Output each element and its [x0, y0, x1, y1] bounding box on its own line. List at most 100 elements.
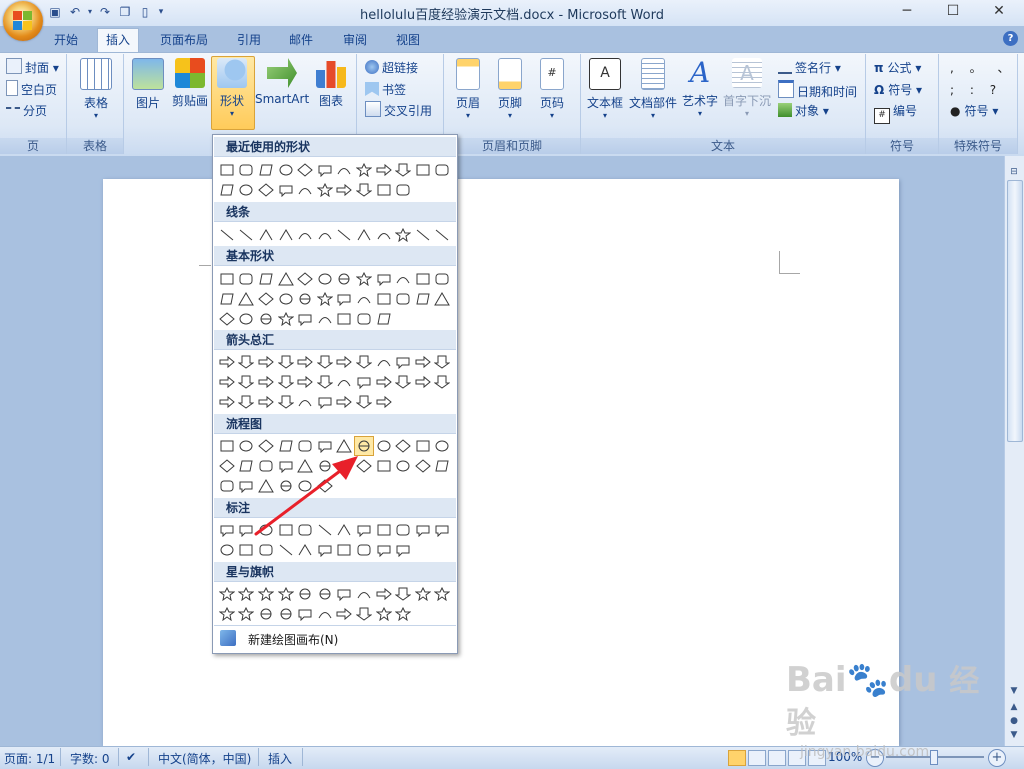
- object-button[interactable]: 对象 ▾: [778, 101, 829, 121]
- redo-icon[interactable]: ↷: [96, 3, 114, 21]
- smartart-button[interactable]: SmartArt: [255, 58, 309, 106]
- shape-option[interactable]: [256, 540, 276, 560]
- shape-option[interactable]: [335, 604, 355, 624]
- web-layout-view-icon[interactable]: [768, 750, 786, 766]
- shape-option[interactable]: [315, 289, 335, 309]
- shape-option[interactable]: [237, 604, 257, 624]
- proofing-icon[interactable]: ✔: [126, 750, 136, 764]
- shape-option[interactable]: [256, 309, 276, 329]
- shape-option[interactable]: [413, 372, 433, 392]
- shape-option[interactable]: [295, 269, 315, 289]
- textbox-button[interactable]: A 文本框 ▾: [585, 58, 625, 120]
- shapes-button-content[interactable]: 形状 ▾: [213, 58, 251, 118]
- shape-option[interactable]: [256, 269, 276, 289]
- shape-option[interactable]: [393, 520, 413, 540]
- print-layout-view-icon[interactable]: [728, 750, 746, 766]
- shape-option[interactable]: [393, 436, 413, 456]
- shape-option[interactable]: [276, 604, 296, 624]
- shape-option[interactable]: [217, 456, 237, 476]
- shape-option[interactable]: [256, 372, 276, 392]
- clipart-button[interactable]: 剪贴画: [171, 58, 209, 109]
- status-language[interactable]: 中文(简体，中国): [158, 750, 251, 767]
- close-button[interactable]: ✕: [976, 0, 1022, 24]
- shape-option[interactable]: [374, 372, 394, 392]
- shape-option[interactable]: [295, 352, 315, 372]
- shape-option[interactable]: [237, 160, 257, 180]
- shape-option[interactable]: [295, 584, 315, 604]
- tab-references[interactable]: 引用: [237, 30, 261, 50]
- shape-option[interactable]: [217, 584, 237, 604]
- shape-option[interactable]: [276, 225, 296, 245]
- shape-option[interactable]: [335, 540, 355, 560]
- shape-option[interactable]: [335, 180, 355, 200]
- shape-option[interactable]: [374, 225, 394, 245]
- shape-option[interactable]: [413, 269, 433, 289]
- shape-option[interactable]: [237, 309, 257, 329]
- shape-option[interactable]: [315, 604, 335, 624]
- shape-option[interactable]: [315, 584, 335, 604]
- shape-option[interactable]: [276, 269, 296, 289]
- previous-page-icon[interactable]: ▲: [1006, 700, 1022, 714]
- page-number-button[interactable]: # 页码 ▾: [535, 58, 569, 120]
- number-button[interactable]: # 编号: [874, 101, 917, 124]
- shape-option[interactable]: [315, 269, 335, 289]
- shape-option[interactable]: [335, 160, 355, 180]
- status-insert-mode[interactable]: 插入: [268, 750, 292, 767]
- shape-option[interactable]: [354, 540, 374, 560]
- status-page[interactable]: 页面: 1/1: [4, 750, 55, 767]
- shape-option[interactable]: [354, 372, 374, 392]
- hyperlink-button[interactable]: 超链接: [365, 58, 418, 78]
- shape-option[interactable]: [393, 604, 413, 624]
- shape-option[interactable]: [295, 309, 315, 329]
- shape-option[interactable]: [374, 352, 394, 372]
- shape-option[interactable]: [237, 269, 257, 289]
- customize-qat-icon[interactable]: ▾: [156, 3, 166, 21]
- shape-option[interactable]: [217, 225, 237, 245]
- tab-home[interactable]: 开始: [54, 30, 78, 50]
- symbol-button[interactable]: Ω 符号 ▾: [874, 80, 922, 100]
- shape-option[interactable]: [256, 392, 276, 412]
- shape-option[interactable]: [374, 309, 394, 329]
- shape-option[interactable]: [393, 180, 413, 200]
- shape-option[interactable]: [276, 180, 296, 200]
- quickparts-button[interactable]: 文档部件 ▾: [628, 58, 678, 120]
- shape-option[interactable]: [374, 160, 394, 180]
- save-icon[interactable]: ▣: [46, 3, 64, 21]
- tab-view[interactable]: 视图: [396, 30, 420, 50]
- shape-option[interactable]: [276, 309, 296, 329]
- page-break-button[interactable]: 分页: [6, 101, 47, 121]
- tab-review[interactable]: 审阅: [343, 30, 367, 50]
- shape-option[interactable]: [374, 540, 394, 560]
- shape-option[interactable]: [335, 392, 355, 412]
- cover-page-button[interactable]: 封面 ▾: [6, 58, 59, 78]
- shape-option[interactable]: [413, 160, 433, 180]
- tab-mailings[interactable]: 邮件: [289, 30, 313, 50]
- datetime-button[interactable]: 日期和时间: [778, 80, 857, 100]
- special-row-2[interactable]: ; : ?: [950, 80, 1002, 100]
- footer-button[interactable]: 页脚 ▾: [493, 58, 527, 120]
- ruler-toggle-icon[interactable]: ⊟: [1006, 165, 1022, 179]
- shape-option[interactable]: [256, 180, 276, 200]
- shape-option[interactable]: [315, 392, 335, 412]
- new-drawing-canvas-item[interactable]: 新建绘图画布(N): [214, 625, 456, 652]
- shape-option[interactable]: [433, 584, 453, 604]
- shape-option[interactable]: [393, 269, 413, 289]
- wordart-button[interactable]: A 艺术字 ▾: [681, 58, 719, 119]
- shape-option[interactable]: [335, 289, 355, 309]
- shape-option[interactable]: [295, 289, 315, 309]
- shape-option[interactable]: [315, 180, 335, 200]
- shape-option[interactable]: [237, 289, 257, 309]
- shape-option[interactable]: [295, 604, 315, 624]
- shape-option[interactable]: [354, 604, 374, 624]
- shape-option[interactable]: [295, 372, 315, 392]
- shape-option[interactable]: [413, 352, 433, 372]
- shape-option[interactable]: [276, 392, 296, 412]
- shape-option[interactable]: [217, 289, 237, 309]
- shape-option[interactable]: [433, 352, 453, 372]
- shape-option[interactable]: [276, 352, 296, 372]
- shape-option[interactable]: [217, 604, 237, 624]
- scroll-thumb[interactable]: [1007, 180, 1023, 442]
- shape-option[interactable]: [393, 372, 413, 392]
- shape-option[interactable]: [295, 180, 315, 200]
- shape-option[interactable]: [354, 225, 374, 245]
